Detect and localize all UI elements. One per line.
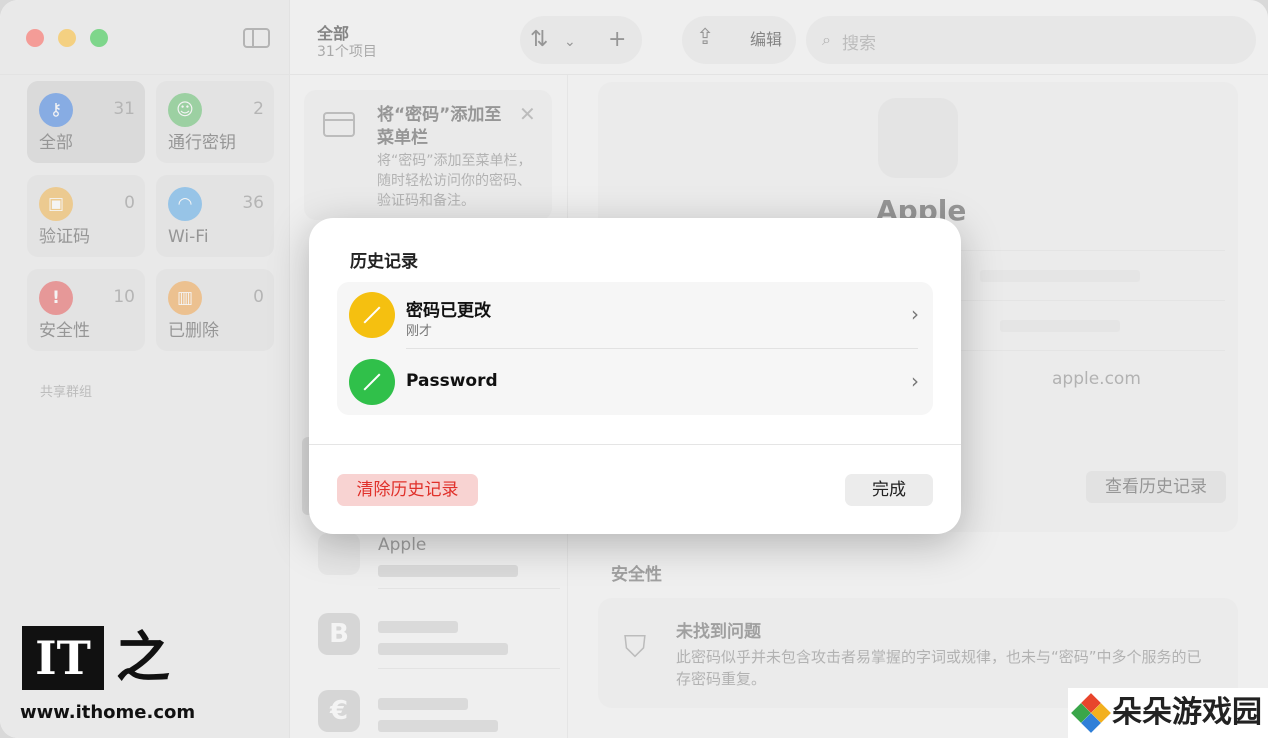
history-entry-title: 密码已更改 — [406, 301, 491, 321]
ithome-logo: IT — [22, 626, 104, 690]
chevron-right-icon: › — [911, 369, 919, 393]
ithome-url: www.ithome.com — [20, 702, 196, 723]
dialog-divider — [309, 444, 961, 445]
dialog-title: 历史记录 — [350, 252, 418, 272]
history-entry[interactable]: 密码已更改 刚才 › — [337, 282, 933, 348]
history-entry-time: 刚才 — [406, 324, 433, 339]
clear-history-button[interactable]: 清除历史记录 — [337, 474, 478, 506]
ithome-logo-mark: 之 — [116, 626, 170, 689]
duoduo-logo-icon — [1071, 693, 1111, 733]
history-list: 密码已更改 刚才 › Password › — [337, 282, 933, 415]
history-entry-title: Password — [406, 371, 498, 391]
pencil-icon — [349, 292, 395, 338]
pencil-icon — [349, 359, 395, 405]
done-button[interactable]: 完成 — [845, 474, 933, 506]
duoduo-watermark: 朵朵游戏园 — [1068, 688, 1268, 738]
duoduo-text: 朵朵游戏园 — [1112, 695, 1262, 730]
history-entry[interactable]: Password › — [337, 349, 933, 415]
chevron-right-icon: › — [911, 302, 919, 326]
ithome-watermark: IT 之 www.ithome.com — [18, 624, 198, 728]
history-dialog: 历史记录 密码已更改 刚才 › Password › 清除历史记录 完成 — [309, 218, 961, 534]
